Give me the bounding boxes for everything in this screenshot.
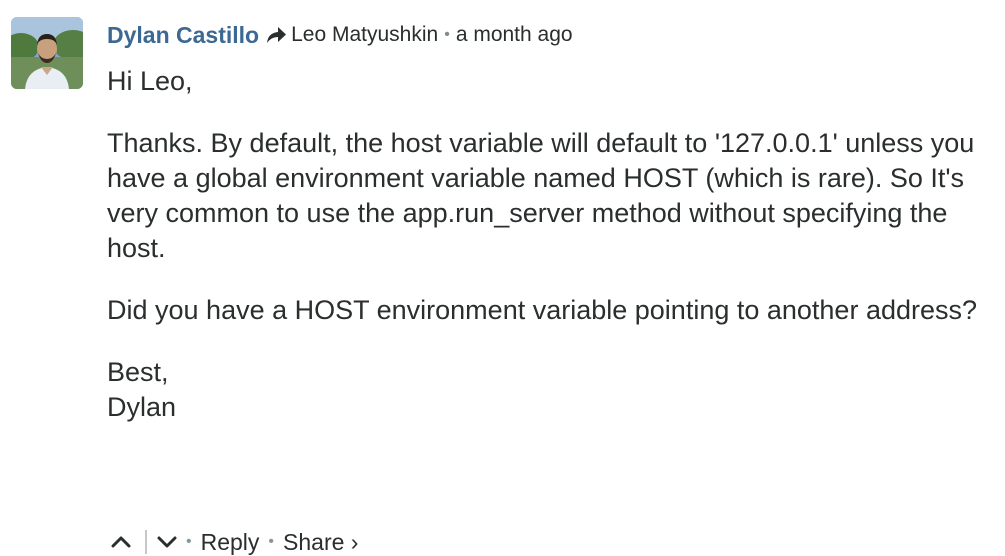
comment-paragraph: Did you have a HOST environment variable… bbox=[107, 295, 978, 325]
signoff-line: Best, bbox=[107, 357, 169, 387]
vote-divider bbox=[145, 530, 147, 554]
comment-header: Dylan Castillo Leo Matyushkin • a month … bbox=[107, 21, 573, 49]
avatar-photo bbox=[11, 17, 83, 89]
comment-actions: • Reply • Share › bbox=[111, 528, 358, 556]
author-name[interactable]: Dylan Castillo bbox=[107, 21, 259, 49]
comment-paragraph: Thanks. By default, the host variable wi… bbox=[107, 128, 975, 263]
action-separator: • bbox=[268, 533, 275, 550]
upvote-button[interactable] bbox=[111, 535, 131, 549]
reply-button[interactable]: Reply bbox=[201, 528, 260, 556]
header-separator: • bbox=[444, 26, 450, 43]
action-separator: • bbox=[186, 533, 192, 550]
reply-arrow-icon bbox=[265, 25, 287, 45]
comment-paragraph: Hi Leo, bbox=[107, 66, 193, 96]
signoff-line: Dylan bbox=[107, 392, 177, 422]
comment-signoff: Best, Dylan bbox=[107, 355, 1002, 425]
avatar[interactable] bbox=[11, 17, 83, 89]
comment-body: Hi Leo, Thanks. By default, the host var… bbox=[107, 64, 1002, 425]
share-button[interactable]: Share › bbox=[283, 528, 358, 556]
chevron-up-icon bbox=[111, 536, 131, 548]
downvote-button[interactable] bbox=[157, 535, 177, 549]
recipient-name[interactable]: Leo Matyushkin bbox=[291, 21, 438, 49]
chevron-down-icon bbox=[157, 536, 177, 548]
timestamp[interactable]: a month ago bbox=[456, 21, 573, 49]
